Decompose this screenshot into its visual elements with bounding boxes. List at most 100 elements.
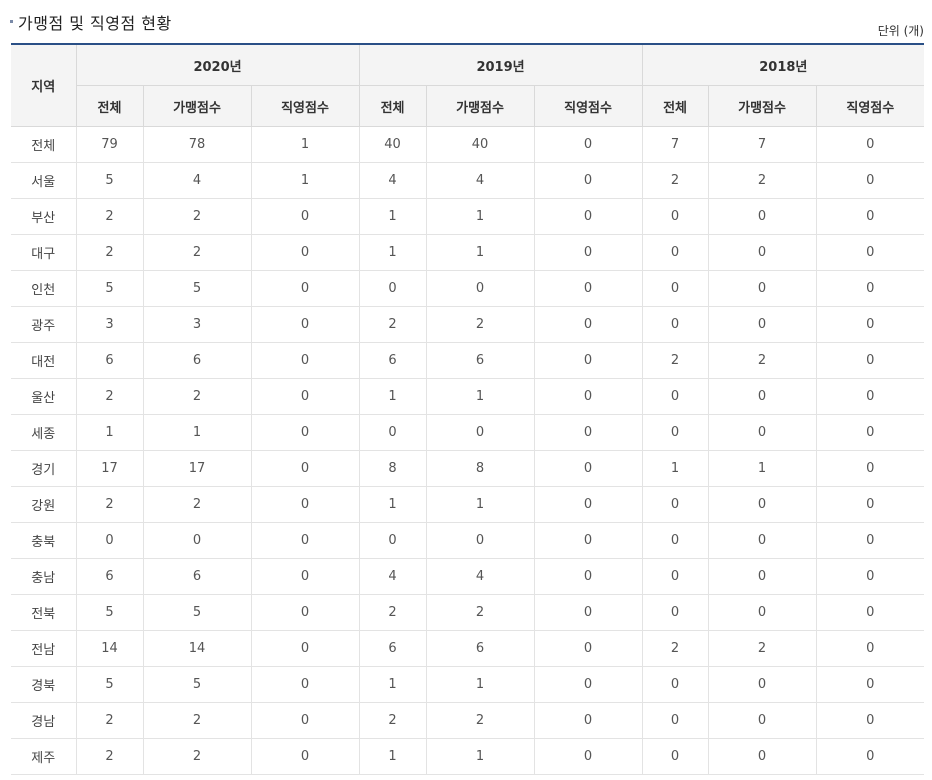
table-row: 전남 14 14 0 6 6 0 2 2 0 (11, 630, 925, 667)
value-cell: 2 (75, 702, 143, 739)
value-cell: 0 (707, 486, 817, 523)
region-cell: 대구 (11, 234, 76, 271)
value-cell: 6 (425, 342, 535, 379)
value-cell: 0 (815, 126, 925, 163)
value-cell: 0 (815, 558, 925, 595)
value-cell: 1 (358, 738, 427, 775)
value-cell: 0 (250, 378, 360, 415)
value-cell: 79 (75, 126, 143, 163)
value-cell: 0 (533, 450, 643, 487)
value-cell: 0 (707, 198, 817, 235)
table-row: 부산 2 2 0 1 1 0 0 0 0 (11, 198, 925, 235)
region-cell: 전남 (11, 630, 76, 667)
value-cell: 2 (358, 306, 427, 343)
subcol-direct: 직영점수 (533, 85, 643, 127)
value-cell: 0 (533, 738, 643, 775)
value-cell: 2 (641, 162, 709, 199)
section-header: 가맹점 및 직영점 현황 단위 (개) (10, 8, 924, 38)
year-header-2018: 2018년 (641, 43, 925, 86)
value-cell: 1 (358, 666, 427, 703)
value-cell: 0 (250, 738, 360, 775)
value-cell: 2 (707, 630, 817, 667)
value-cell: 2 (75, 486, 143, 523)
table-row: 서울 5 4 1 4 4 0 2 2 0 (11, 162, 925, 199)
value-cell: 2 (707, 342, 817, 379)
value-cell: 0 (358, 270, 427, 307)
region-cell: 인천 (11, 270, 76, 307)
value-cell: 0 (815, 378, 925, 415)
value-cell: 0 (815, 594, 925, 631)
value-cell: 0 (815, 630, 925, 667)
value-cell: 1 (250, 126, 360, 163)
table-row: 울산 2 2 0 1 1 0 0 0 0 (11, 378, 925, 415)
subcol-direct: 직영점수 (815, 85, 925, 127)
value-cell: 5 (75, 594, 143, 631)
table-row: 강원 2 2 0 1 1 0 0 0 0 (11, 486, 925, 523)
bullet-icon (10, 20, 13, 23)
value-cell: 7 (641, 126, 709, 163)
value-cell: 1 (641, 450, 709, 487)
value-cell: 78 (142, 126, 251, 163)
value-cell: 0 (641, 306, 709, 343)
table-row: 충남 6 6 0 4 4 0 0 0 0 (11, 558, 925, 595)
value-cell: 6 (142, 558, 251, 595)
value-cell: 1 (142, 414, 251, 451)
value-cell: 2 (425, 306, 535, 343)
value-cell: 4 (425, 162, 535, 199)
value-cell: 2 (425, 702, 535, 739)
value-cell: 5 (75, 666, 143, 703)
value-cell: 1 (358, 198, 427, 235)
value-cell: 5 (142, 594, 251, 631)
value-cell: 0 (815, 270, 925, 307)
subcol-total: 전체 (75, 85, 144, 127)
value-cell: 0 (358, 414, 427, 451)
value-cell: 3 (142, 306, 251, 343)
value-cell: 5 (75, 162, 143, 199)
value-cell: 2 (358, 594, 427, 631)
region-cell: 제주 (11, 738, 76, 775)
value-cell: 0 (815, 450, 925, 487)
subcol-direct: 직영점수 (250, 85, 360, 127)
value-cell: 5 (142, 666, 251, 703)
value-cell: 0 (815, 522, 925, 559)
value-cell: 2 (75, 198, 143, 235)
table-row: 광주 3 3 0 2 2 0 0 0 0 (11, 306, 925, 343)
region-cell: 전북 (11, 594, 76, 631)
subcol-total: 전체 (358, 85, 427, 127)
value-cell: 0 (142, 522, 251, 559)
value-cell: 0 (250, 342, 360, 379)
value-cell: 0 (707, 522, 817, 559)
value-cell: 0 (425, 270, 535, 307)
value-cell: 1 (358, 234, 427, 271)
value-cell: 0 (250, 594, 360, 631)
value-cell: 2 (358, 702, 427, 739)
value-cell: 0 (641, 666, 709, 703)
value-cell: 6 (142, 342, 251, 379)
value-cell: 0 (707, 414, 817, 451)
year-header-2019: 2019년 (358, 43, 643, 86)
region-cell: 충북 (11, 522, 76, 559)
year-header-2020: 2020년 (75, 43, 360, 86)
value-cell: 0 (533, 162, 643, 199)
value-cell: 0 (250, 486, 360, 523)
value-cell: 0 (707, 594, 817, 631)
value-cell: 0 (250, 198, 360, 235)
value-cell: 0 (707, 270, 817, 307)
value-cell: 2 (75, 234, 143, 271)
value-cell: 1 (425, 234, 535, 271)
value-cell: 0 (250, 630, 360, 667)
value-cell: 0 (533, 522, 643, 559)
value-cell: 0 (250, 414, 360, 451)
value-cell: 0 (358, 522, 427, 559)
value-cell: 4 (142, 162, 251, 199)
region-cell: 울산 (11, 378, 76, 415)
region-cell: 광주 (11, 306, 76, 343)
value-cell: 6 (425, 630, 535, 667)
value-cell: 0 (533, 414, 643, 451)
value-cell: 0 (815, 666, 925, 703)
value-cell: 0 (641, 558, 709, 595)
value-cell: 0 (533, 234, 643, 271)
value-cell: 40 (425, 126, 535, 163)
value-cell: 0 (815, 486, 925, 523)
subcol-franchise: 가맹점수 (425, 85, 535, 127)
